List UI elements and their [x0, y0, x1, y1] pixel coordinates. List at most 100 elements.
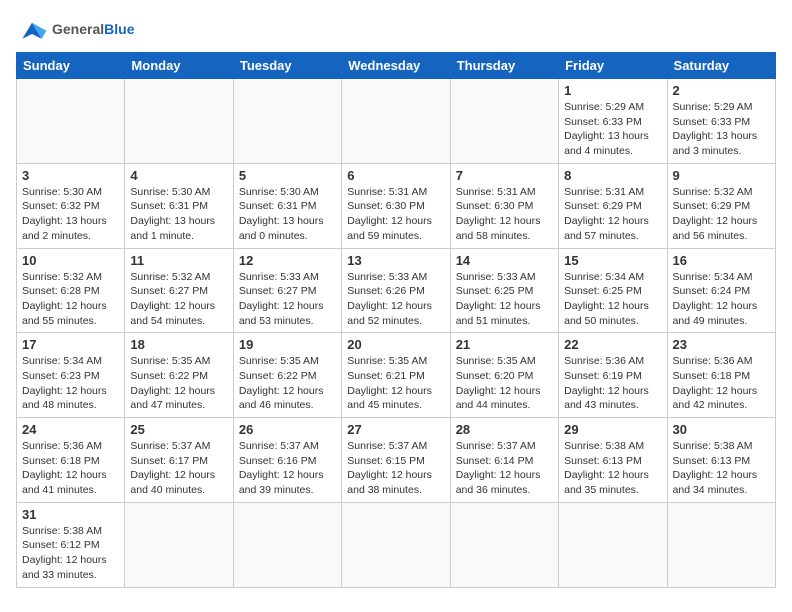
day-number: 20 — [347, 337, 444, 352]
weekday-header-wednesday: Wednesday — [342, 53, 450, 79]
day-info: Sunrise: 5:37 AM Sunset: 6:17 PM Dayligh… — [130, 439, 227, 498]
day-number: 26 — [239, 422, 336, 437]
day-number: 4 — [130, 168, 227, 183]
day-number: 27 — [347, 422, 444, 437]
day-number: 5 — [239, 168, 336, 183]
weekday-header-tuesday: Tuesday — [233, 53, 341, 79]
day-info: Sunrise: 5:37 AM Sunset: 6:14 PM Dayligh… — [456, 439, 553, 498]
day-number: 13 — [347, 253, 444, 268]
calendar-cell — [559, 502, 667, 587]
calendar-cell — [667, 502, 775, 587]
calendar-cell — [342, 502, 450, 587]
day-info: Sunrise: 5:33 AM Sunset: 6:26 PM Dayligh… — [347, 270, 444, 329]
calendar-cell — [125, 502, 233, 587]
calendar-cell — [450, 502, 558, 587]
day-number: 1 — [564, 83, 661, 98]
day-info: Sunrise: 5:34 AM Sunset: 6:23 PM Dayligh… — [22, 354, 119, 413]
day-info: Sunrise: 5:37 AM Sunset: 6:15 PM Dayligh… — [347, 439, 444, 498]
day-number: 17 — [22, 337, 119, 352]
week-row-4: 17 Sunrise: 5:34 AM Sunset: 6:23 PM Dayli… — [17, 333, 776, 418]
day-number: 24 — [22, 422, 119, 437]
day-info: Sunrise: 5:32 AM Sunset: 6:27 PM Dayligh… — [130, 270, 227, 329]
day-info: Sunrise: 5:30 AM Sunset: 6:31 PM Dayligh… — [130, 185, 227, 244]
day-number: 10 — [22, 253, 119, 268]
calendar-cell: 9 Sunrise: 5:32 AM Sunset: 6:29 PM Daylig… — [667, 163, 775, 248]
calendar-cell: 2 Sunrise: 5:29 AM Sunset: 6:33 PM Daylig… — [667, 79, 775, 164]
calendar-cell: 28 Sunrise: 5:37 AM Sunset: 6:14 PM Dayli… — [450, 418, 558, 503]
calendar-cell: 6 Sunrise: 5:31 AM Sunset: 6:30 PM Daylig… — [342, 163, 450, 248]
day-number: 2 — [673, 83, 770, 98]
calendar-cell: 17 Sunrise: 5:34 AM Sunset: 6:23 PM Dayli… — [17, 333, 125, 418]
day-number: 8 — [564, 168, 661, 183]
calendar-cell: 10Sunrise: 5:32 AM Sunset: 6:28 PM Dayli… — [17, 248, 125, 333]
day-number: 19 — [239, 337, 336, 352]
logo: GeneralBlue — [16, 16, 134, 44]
calendar-cell: 23Sunrise: 5:36 AM Sunset: 6:18 PM Dayli… — [667, 333, 775, 418]
week-row-6: 31Sunrise: 5:38 AM Sunset: 6:12 PM Dayli… — [17, 502, 776, 587]
calendar-cell — [17, 79, 125, 164]
calendar-cell — [450, 79, 558, 164]
day-number: 28 — [456, 422, 553, 437]
day-info: Sunrise: 5:31 AM Sunset: 6:30 PM Dayligh… — [456, 185, 553, 244]
day-info: Sunrise: 5:35 AM Sunset: 6:20 PM Dayligh… — [456, 354, 553, 413]
day-info: Sunrise: 5:34 AM Sunset: 6:24 PM Dayligh… — [673, 270, 770, 329]
weekday-header-friday: Friday — [559, 53, 667, 79]
day-number: 30 — [673, 422, 770, 437]
weekday-header-row: SundayMondayTuesdayWednesdayThursdayFrid… — [17, 53, 776, 79]
day-number: 15 — [564, 253, 661, 268]
calendar-cell: 18Sunrise: 5:35 AM Sunset: 6:22 PM Dayli… — [125, 333, 233, 418]
weekday-header-saturday: Saturday — [667, 53, 775, 79]
logo-text: GeneralBlue — [52, 21, 134, 39]
calendar-cell: 8 Sunrise: 5:31 AM Sunset: 6:29 PM Daylig… — [559, 163, 667, 248]
day-info: Sunrise: 5:31 AM Sunset: 6:29 PM Dayligh… — [564, 185, 661, 244]
calendar-cell — [125, 79, 233, 164]
calendar-cell: 13 Sunrise: 5:33 AM Sunset: 6:26 PM Dayli… — [342, 248, 450, 333]
day-info: Sunrise: 5:31 AM Sunset: 6:30 PM Dayligh… — [347, 185, 444, 244]
day-number: 21 — [456, 337, 553, 352]
calendar-cell: 30 Sunrise: 5:38 AM Sunset: 6:13 PM Dayli… — [667, 418, 775, 503]
day-info: Sunrise: 5:33 AM Sunset: 6:27 PM Dayligh… — [239, 270, 336, 329]
day-number: 18 — [130, 337, 227, 352]
day-number: 29 — [564, 422, 661, 437]
week-row-2: 3 Sunrise: 5:30 AM Sunset: 6:32 PM Daylig… — [17, 163, 776, 248]
calendar-cell: 1 Sunrise: 5:29 AM Sunset: 6:33 PM Daylig… — [559, 79, 667, 164]
calendar-cell: 12Sunrise: 5:33 AM Sunset: 6:27 PM Dayli… — [233, 248, 341, 333]
day-number: 16 — [673, 253, 770, 268]
calendar-cell: 25Sunrise: 5:37 AM Sunset: 6:17 PM Dayli… — [125, 418, 233, 503]
calendar-table: SundayMondayTuesdayWednesdayThursdayFrid… — [16, 52, 776, 588]
calendar-cell: 26 Sunrise: 5:37 AM Sunset: 6:16 PM Dayli… — [233, 418, 341, 503]
day-info: Sunrise: 5:33 AM Sunset: 6:25 PM Dayligh… — [456, 270, 553, 329]
day-number: 31 — [22, 507, 119, 522]
weekday-header-thursday: Thursday — [450, 53, 558, 79]
day-number: 9 — [673, 168, 770, 183]
logo-icon — [16, 16, 48, 44]
calendar-cell: 7Sunrise: 5:31 AM Sunset: 6:30 PM Daylig… — [450, 163, 558, 248]
day-number: 6 — [347, 168, 444, 183]
week-row-3: 10Sunrise: 5:32 AM Sunset: 6:28 PM Dayli… — [17, 248, 776, 333]
day-info: Sunrise: 5:34 AM Sunset: 6:25 PM Dayligh… — [564, 270, 661, 329]
calendar-cell: 19 Sunrise: 5:35 AM Sunset: 6:22 PM Dayli… — [233, 333, 341, 418]
day-info: Sunrise: 5:32 AM Sunset: 6:29 PM Dayligh… — [673, 185, 770, 244]
day-info: Sunrise: 5:37 AM Sunset: 6:16 PM Dayligh… — [239, 439, 336, 498]
calendar-cell: 14Sunrise: 5:33 AM Sunset: 6:25 PM Dayli… — [450, 248, 558, 333]
calendar-cell: 22Sunrise: 5:36 AM Sunset: 6:19 PM Dayli… — [559, 333, 667, 418]
page-header: GeneralBlue — [16, 16, 776, 44]
day-info: Sunrise: 5:35 AM Sunset: 6:22 PM Dayligh… — [239, 354, 336, 413]
day-number: 3 — [22, 168, 119, 183]
calendar-cell: 27 Sunrise: 5:37 AM Sunset: 6:15 PM Dayli… — [342, 418, 450, 503]
day-info: Sunrise: 5:36 AM Sunset: 6:19 PM Dayligh… — [564, 354, 661, 413]
day-info: Sunrise: 5:30 AM Sunset: 6:32 PM Dayligh… — [22, 185, 119, 244]
weekday-header-sunday: Sunday — [17, 53, 125, 79]
day-info: Sunrise: 5:38 AM Sunset: 6:13 PM Dayligh… — [673, 439, 770, 498]
calendar-cell — [233, 79, 341, 164]
calendar-cell — [233, 502, 341, 587]
calendar-cell: 11Sunrise: 5:32 AM Sunset: 6:27 PM Dayli… — [125, 248, 233, 333]
calendar-cell: 15 Sunrise: 5:34 AM Sunset: 6:25 PM Dayli… — [559, 248, 667, 333]
week-row-1: 1 Sunrise: 5:29 AM Sunset: 6:33 PM Daylig… — [17, 79, 776, 164]
day-info: Sunrise: 5:29 AM Sunset: 6:33 PM Dayligh… — [564, 100, 661, 159]
day-info: Sunrise: 5:29 AM Sunset: 6:33 PM Dayligh… — [673, 100, 770, 159]
day-info: Sunrise: 5:36 AM Sunset: 6:18 PM Dayligh… — [22, 439, 119, 498]
day-info: Sunrise: 5:38 AM Sunset: 6:13 PM Dayligh… — [564, 439, 661, 498]
calendar-cell: 3 Sunrise: 5:30 AM Sunset: 6:32 PM Daylig… — [17, 163, 125, 248]
day-info: Sunrise: 5:35 AM Sunset: 6:21 PM Dayligh… — [347, 354, 444, 413]
